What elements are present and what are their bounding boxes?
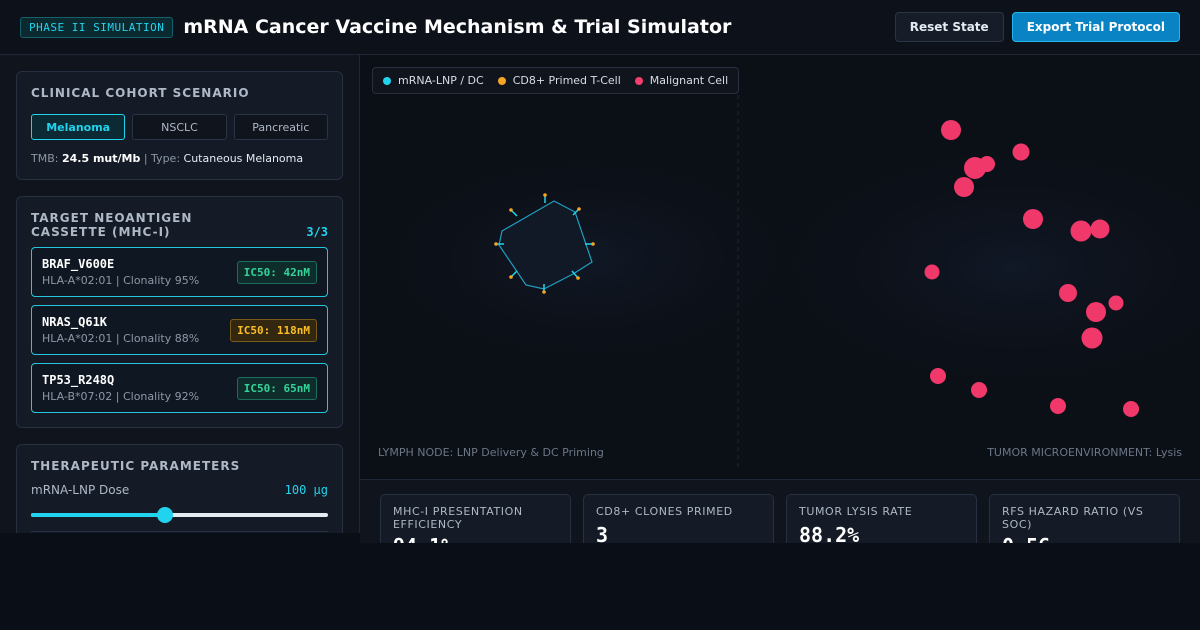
reset-state-button[interactable]: Reset State bbox=[894, 12, 1004, 42]
antigen-detail: HLA-A*02:01 | Clonality 95% bbox=[42, 274, 200, 287]
malignant-cell-icon bbox=[1059, 284, 1077, 302]
metric-value: 94.1% bbox=[393, 534, 558, 543]
malignant-cell-icon bbox=[954, 177, 974, 197]
control-sidebar[interactable]: CLINICAL COHORT SCENARIO Melanoma NSCLC … bbox=[0, 55, 360, 533]
export-trial-protocol-button[interactable]: Export Trial Protocol bbox=[1011, 12, 1180, 42]
lymph-node-label: LYMPH NODE: LNP Delivery & DC Priming bbox=[378, 446, 604, 459]
metric-label: MHC-I PRESENTATION EFFICIENCY bbox=[393, 505, 523, 531]
malignant-cell-icon bbox=[1050, 398, 1066, 414]
malignant-cell-icon bbox=[930, 368, 946, 384]
simulation-svg bbox=[360, 55, 1200, 479]
meta-separator: | bbox=[143, 152, 148, 165]
metrics-panel: MHC-I PRESENTATION EFFICIENCY 94.1% CD8+… bbox=[360, 480, 1200, 543]
malignant-cell-icon bbox=[1012, 143, 1030, 161]
malignant-cell-icon bbox=[979, 156, 995, 172]
metric-value: 88.2% bbox=[799, 523, 860, 543]
malignant-cell-icon bbox=[1070, 220, 1092, 242]
legend-dot-icon bbox=[634, 76, 643, 85]
metric-label: RFS HAZARD RATIO (VS SOC) bbox=[1002, 505, 1144, 531]
malignant-cell-icon bbox=[1123, 401, 1139, 417]
legend-label: CD8+ Primed T-Cell bbox=[512, 74, 621, 87]
cassette-header: TARGET NEOANTIGEN CASSETTE (MHC-I) 3/3 bbox=[31, 211, 328, 239]
legend-item-malignant: Malignant Cell bbox=[634, 74, 729, 87]
cohort-tab-melanoma[interactable]: Melanoma bbox=[31, 114, 126, 140]
antigen-name: TP53_R248Q bbox=[42, 373, 115, 387]
malignant-cell-icon bbox=[941, 120, 961, 140]
page-title: mRNA Cancer Vaccine Mechanism & Trial Si… bbox=[183, 16, 732, 38]
app-header: PHASE II SIMULATION mRNA Cancer Vaccine … bbox=[0, 0, 1200, 55]
ic50-badge: IC50: 42nM bbox=[236, 260, 317, 284]
dose-value: 100 µg bbox=[284, 483, 328, 497]
dose-slider[interactable] bbox=[31, 507, 328, 523]
cohort-tabs: Melanoma NSCLC Pancreatic bbox=[31, 114, 328, 140]
antigen-info: BRAF_V600E HLA-A*02:01 | Clonality 95% bbox=[42, 257, 199, 287]
legend-item-dc: mRNA-LNP / DC bbox=[383, 74, 484, 87]
antigen-detail: HLA-A*02:01 | Clonality 88% bbox=[42, 332, 200, 345]
metric-cd8-clones: CD8+ CLONES PRIMED 3 bbox=[583, 494, 774, 543]
antigen-info: NRAS_Q61K HLA-A*02:01 | Clonality 88% bbox=[42, 315, 199, 345]
tumor-microenvironment-label: TUMOR MICROENVIRONMENT: Lysis bbox=[987, 446, 1182, 459]
malignant-cell-icon bbox=[1108, 295, 1124, 311]
dose-row: mRNA-LNP Dose 100 µg bbox=[31, 483, 328, 497]
antigen-name: NRAS_Q61K bbox=[42, 315, 108, 329]
metric-value: 3 bbox=[596, 523, 609, 543]
ic50-badge: IC50: 65nM bbox=[236, 376, 317, 400]
antigen-info: TP53_R248Q HLA-B*07:02 | Clonality 92% bbox=[42, 373, 199, 403]
empty-region bbox=[0, 543, 1200, 630]
therapeutic-title: THERAPEUTIC PARAMETERS bbox=[31, 459, 241, 473]
slider-thumb[interactable] bbox=[156, 507, 173, 523]
divider bbox=[31, 531, 328, 532]
slider-fill bbox=[31, 513, 165, 517]
antigen-item-braf[interactable]: BRAF_V600E HLA-A*02:01 | Clonality 95% I… bbox=[31, 247, 328, 297]
metric-rfs-hazard: RFS HAZARD RATIO (VS SOC) 0.56 bbox=[989, 494, 1180, 543]
cohort-title: CLINICAL COHORT SCENARIO bbox=[31, 86, 250, 100]
tumor-zone-glow bbox=[360, 55, 1200, 479]
antigen-detail: HLA-B*07:02 | Clonality 92% bbox=[42, 390, 200, 403]
ic50-badge: IC50: 118nM bbox=[230, 318, 317, 342]
cassette-title: TARGET NEOANTIGEN CASSETTE (MHC-I) bbox=[31, 211, 193, 239]
antigen-item-tp53[interactable]: TP53_R248Q HLA-B*07:02 | Clonality 92% I… bbox=[31, 363, 328, 413]
cohort-summary: TMB: 24.5 mut/Mb | Type: Cutaneous Melan… bbox=[31, 152, 328, 165]
simulation-canvas[interactable]: mRNA-LNP / DC CD8+ Primed T-Cell Maligna… bbox=[360, 55, 1200, 480]
tmb-value: 24.5 mut/Mb bbox=[61, 152, 141, 165]
therapeutic-card: THERAPEUTIC PARAMETERS mRNA-LNP Dose 100… bbox=[16, 444, 343, 533]
malignant-cell-icon bbox=[1090, 219, 1110, 239]
metric-label: TUMOR LYSIS RATE bbox=[799, 505, 913, 518]
antigen-item-nras[interactable]: NRAS_Q61K HLA-A*02:01 | Clonality 88% IC… bbox=[31, 305, 328, 355]
malignant-cell-icon bbox=[924, 264, 940, 280]
cohort-tab-nsclc[interactable]: NSCLC bbox=[132, 114, 227, 140]
phase-badge: PHASE II SIMULATION bbox=[20, 16, 174, 38]
legend-label: Malignant Cell bbox=[649, 74, 729, 87]
legend-label: mRNA-LNP / DC bbox=[398, 74, 484, 87]
metric-tumor-lysis: TUMOR LYSIS RATE 88.2% bbox=[786, 494, 977, 543]
metric-value: 0.56 bbox=[1002, 534, 1167, 543]
legend-item-tcell: CD8+ Primed T-Cell bbox=[497, 74, 621, 87]
type-label: Type: bbox=[151, 152, 181, 165]
simulation-legend: mRNA-LNP / DC CD8+ Primed T-Cell Maligna… bbox=[372, 67, 740, 94]
cassette-count: 3/3 bbox=[306, 225, 328, 239]
type-value: Cutaneous Melanoma bbox=[183, 152, 304, 165]
metric-mhc-presentation: MHC-I PRESENTATION EFFICIENCY 94.1% bbox=[380, 494, 571, 543]
legend-dot-icon bbox=[497, 76, 506, 85]
malignant-cell-icon bbox=[1086, 302, 1106, 322]
dose-label: mRNA-LNP Dose bbox=[31, 483, 130, 497]
cohort-card: CLINICAL COHORT SCENARIO Melanoma NSCLC … bbox=[16, 71, 343, 180]
header-actions: Reset State Export Trial Protocol bbox=[894, 12, 1180, 42]
malignant-cell-icon bbox=[1081, 327, 1103, 349]
tmb-label: TMB: bbox=[31, 152, 59, 165]
cassette-card: TARGET NEOANTIGEN CASSETTE (MHC-I) 3/3 B… bbox=[16, 196, 343, 428]
malignant-cell-icon bbox=[1023, 209, 1043, 229]
malignant-cell-icon bbox=[971, 382, 987, 398]
legend-dot-icon bbox=[383, 76, 391, 85]
antigen-name: BRAF_V600E bbox=[42, 257, 115, 271]
metric-label: CD8+ CLONES PRIMED bbox=[596, 505, 733, 518]
cohort-tab-pancreatic[interactable]: Pancreatic bbox=[233, 114, 328, 140]
